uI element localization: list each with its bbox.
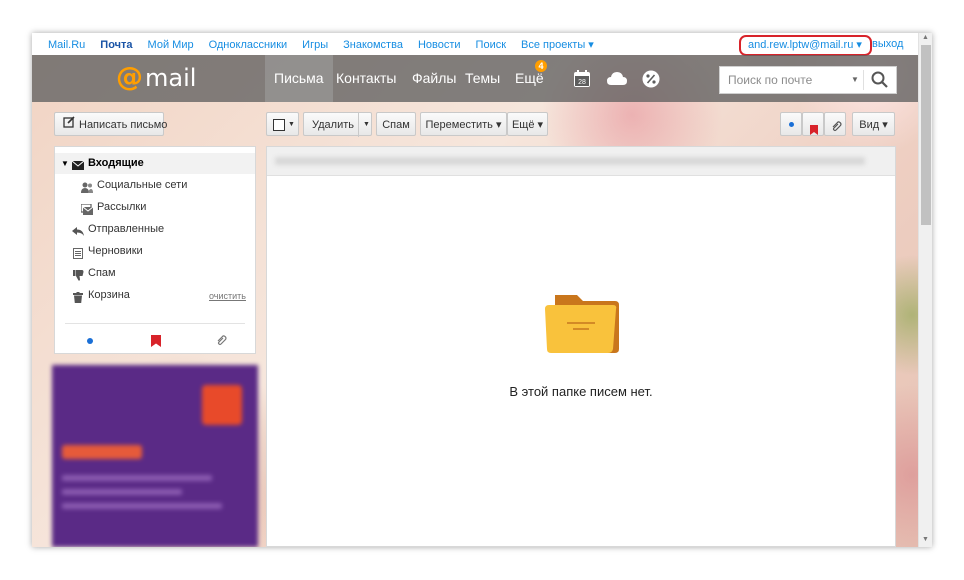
flag-icon bbox=[810, 120, 818, 144]
folder-list: ▼ Входящие Социальные сети Рассылки Отпр… bbox=[54, 146, 256, 354]
cloud-icon[interactable] bbox=[606, 69, 627, 89]
search-options-chevron-icon[interactable]: ▼ bbox=[851, 75, 859, 84]
portal-link-all-projects[interactable]: Все проекты ▾ bbox=[521, 39, 594, 51]
paperclip-icon bbox=[830, 118, 842, 142]
document-icon bbox=[73, 246, 85, 259]
compose-button[interactable]: Написать письмо bbox=[54, 112, 168, 137]
message-list-pane: В этой папке писем нет. bbox=[266, 146, 896, 547]
move-button[interactable]: Переместить ▾ bbox=[420, 112, 507, 136]
mail-logo[interactable]: @mail bbox=[116, 62, 197, 93]
compose-icon bbox=[63, 113, 75, 137]
tab-letters[interactable]: Письма bbox=[265, 55, 333, 102]
compose-label: Написать письмо bbox=[79, 119, 168, 131]
thumbs-down-icon bbox=[73, 268, 85, 281]
blurred-header-bar bbox=[275, 157, 865, 165]
folder-sent[interactable]: Отправленные bbox=[55, 219, 255, 240]
trash-icon bbox=[73, 290, 85, 303]
folder-label: Корзина bbox=[88, 289, 130, 301]
clear-trash-link[interactable]: очистить bbox=[209, 291, 246, 301]
folder-label: Входящие bbox=[88, 157, 144, 169]
logo-at-sign: @ bbox=[116, 62, 143, 93]
view-button[interactable]: Вид ▾ bbox=[852, 112, 895, 136]
folder-label: Спам bbox=[88, 267, 116, 279]
checkbox-icon bbox=[273, 119, 285, 131]
portal-link-znakomstva[interactable]: Знакомства bbox=[343, 39, 403, 51]
portal-link-novosti[interactable]: Новости bbox=[418, 39, 461, 51]
flagged-filter-icon[interactable] bbox=[151, 334, 161, 352]
search-icon[interactable] bbox=[870, 70, 890, 95]
search-divider bbox=[863, 70, 864, 90]
ad-text-line bbox=[62, 489, 182, 495]
scroll-down-arrow-icon[interactable]: ▼ bbox=[922, 536, 929, 543]
portal-link-mailru[interactable]: Mail.Ru bbox=[48, 39, 85, 51]
unread-filter-dot-icon[interactable] bbox=[87, 338, 93, 344]
calendar-icon[interactable]: 28 bbox=[572, 69, 592, 89]
advertisement-banner[interactable] bbox=[52, 365, 258, 547]
empty-folder-message: В этой папке писем нет. bbox=[509, 384, 653, 399]
folder-inbox[interactable]: ▼ Входящие bbox=[55, 153, 255, 174]
portal-link-moy-mir[interactable]: Мой Мир bbox=[148, 39, 194, 51]
filter-attachments-button[interactable] bbox=[824, 112, 846, 136]
folder-spam[interactable]: Спам bbox=[55, 263, 255, 284]
portal-links: Mail.Ru Почта Мой Мир Одноклассники Игры Знак… bbox=[48, 38, 609, 51]
svg-text:28: 28 bbox=[578, 79, 586, 86]
scroll-up-arrow-icon[interactable]: ▲ bbox=[922, 34, 929, 41]
mail-search[interactable]: Поиск по почте ▼ bbox=[719, 66, 897, 94]
portal-link-odnoklassniki[interactable]: Одноклассники bbox=[209, 39, 288, 51]
expand-triangle-icon[interactable]: ▼ bbox=[61, 153, 69, 174]
portal-link-igry[interactable]: Игры bbox=[302, 39, 328, 51]
tab-contacts[interactable]: Контакты bbox=[327, 55, 405, 102]
more-count-badge: 4 bbox=[535, 60, 547, 72]
filter-unread-button[interactable] bbox=[780, 112, 802, 136]
browser-viewport: Mail.Ru Почта Мой Мир Одноклассники Игры Знак… bbox=[32, 33, 932, 547]
more-actions-button[interactable]: Ещё ▾ bbox=[507, 112, 548, 136]
discount-icon[interactable] bbox=[641, 69, 661, 89]
people-icon bbox=[81, 180, 93, 193]
folder-label: Социальные сети bbox=[97, 179, 188, 191]
attachments-filter-paperclip-icon[interactable] bbox=[215, 334, 227, 352]
user-account-menu[interactable]: and.rew.lptw@mail.ru ▾ bbox=[748, 38, 862, 51]
page-scrollbar[interactable]: ▲ ▼ bbox=[918, 33, 932, 547]
filter-flagged-button[interactable] bbox=[802, 112, 824, 136]
logo-word: mail bbox=[145, 64, 197, 92]
scrollbar-thumb[interactable] bbox=[921, 45, 931, 225]
folder-drafts[interactable]: Черновики bbox=[55, 241, 255, 262]
envelope-icon bbox=[71, 158, 85, 170]
portal-link-pochta[interactable]: Почта bbox=[100, 39, 132, 51]
empty-folder-icon bbox=[543, 291, 621, 362]
spam-button[interactable]: Спам bbox=[376, 112, 416, 136]
portal-link-poisk[interactable]: Поиск bbox=[476, 39, 506, 51]
tab-themes[interactable]: Темы bbox=[456, 55, 509, 102]
search-input[interactable]: Поиск по почте bbox=[728, 73, 812, 87]
logout-link[interactable]: выход bbox=[872, 38, 903, 50]
delete-label: Удалить bbox=[312, 119, 354, 131]
folder-label: Черновики bbox=[88, 245, 143, 257]
folder-social[interactable]: Социальные сети bbox=[55, 175, 255, 196]
select-all-checkbox[interactable]: ▼ bbox=[266, 112, 299, 136]
unread-dot-icon bbox=[789, 122, 794, 127]
folder-label: Отправленные bbox=[88, 223, 165, 235]
folder-newsletters[interactable]: Рассылки bbox=[55, 197, 255, 218]
folder-label: Рассылки bbox=[97, 201, 147, 213]
delete-button[interactable]: Удалить ▼ bbox=[303, 112, 374, 137]
delete-chevron-down-icon[interactable]: ▼ bbox=[358, 113, 374, 137]
ad-tag bbox=[62, 445, 142, 459]
ad-image bbox=[202, 385, 242, 425]
reply-arrow-icon bbox=[72, 224, 84, 236]
portal-bar: Mail.Ru Почта Мой Мир Одноклассники Игры Знак… bbox=[32, 33, 918, 56]
ad-text-line bbox=[62, 503, 222, 509]
ad-text-line bbox=[62, 475, 212, 481]
folder-divider bbox=[65, 323, 245, 324]
message-list-header bbox=[267, 147, 895, 176]
select-chevron-down-icon: ▼ bbox=[288, 121, 295, 128]
newsletter-icon bbox=[80, 202, 94, 215]
